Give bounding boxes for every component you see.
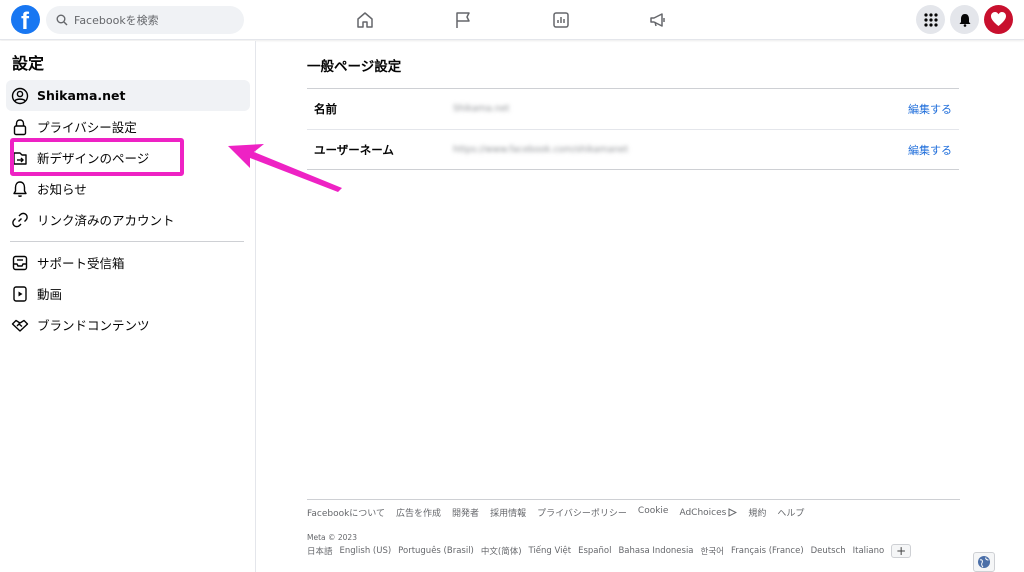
sidebar-item-branded-content[interactable]: ブランドコンテンツ	[6, 309, 250, 340]
facebook-logo-icon[interactable]: f	[11, 5, 40, 34]
sidebar-divider	[10, 241, 244, 242]
chart-icon[interactable]	[550, 9, 572, 31]
footer-links: Facebookについて 広告を作成 開発者 採用情報 プライバシーポリシー C…	[307, 506, 804, 519]
footer-divider	[307, 499, 960, 500]
language-option[interactable]: Français (France)	[731, 546, 804, 556]
svg-text:f: f	[21, 8, 30, 34]
user-circle-icon	[10, 86, 30, 106]
link-icon	[10, 210, 30, 230]
footer-link-adchoices[interactable]: AdChoices	[679, 506, 738, 519]
lock-icon	[10, 117, 30, 137]
flag-icon[interactable]	[452, 9, 474, 31]
language-option[interactable]: Tiếng Việt	[529, 546, 572, 556]
bell-icon	[10, 179, 30, 199]
footer-link-label: AdChoices	[679, 507, 727, 518]
annotation-highlight-box	[10, 138, 184, 176]
language-option[interactable]: Bahasa Indonesia	[618, 546, 693, 556]
sidebar-item-label: Shikama.net	[37, 88, 126, 103]
search-bar[interactable]	[46, 6, 244, 34]
footer-link-help[interactable]: ヘルプ	[777, 506, 804, 519]
edit-name-link[interactable]: 編集する	[908, 101, 952, 117]
language-option[interactable]: Italiano	[853, 546, 885, 556]
row-value: Shikama.net	[453, 104, 510, 114]
video-icon	[10, 284, 30, 304]
language-option[interactable]: 日本語	[307, 545, 333, 557]
edit-username-link[interactable]: 編集する	[908, 142, 952, 158]
globe-icon[interactable]	[973, 552, 995, 572]
footer-link-developers[interactable]: 開発者	[452, 506, 479, 519]
megaphone-icon[interactable]	[647, 9, 669, 31]
sidebar-item-label: 動画	[37, 287, 63, 302]
language-option[interactable]: Deutsch	[811, 546, 846, 556]
footer-link-terms[interactable]: 規約	[748, 506, 766, 519]
sidebar-item-support-inbox[interactable]: サポート受信箱	[6, 247, 250, 278]
sidebar-item-video[interactable]: 動画	[6, 278, 250, 309]
grid-menu-icon[interactable]	[916, 5, 945, 34]
profile-avatar[interactable]	[984, 5, 1013, 34]
sidebar-item-page-name[interactable]: Shikama.net	[6, 80, 250, 111]
footer-link-privacy-policy[interactable]: プライバシーポリシー	[537, 506, 627, 519]
sidebar-item-notifications[interactable]: お知らせ	[6, 173, 250, 204]
language-option[interactable]: 한국어	[701, 545, 724, 557]
search-input[interactable]	[74, 13, 234, 27]
page-title: 一般ページ設定	[307, 59, 402, 75]
row-key: 名前	[314, 102, 337, 116]
copyright-text: Meta © 2023	[307, 533, 357, 542]
language-option[interactable]: 中文(简体)	[481, 545, 522, 557]
sidebar-item-label: ブランドコンテンツ	[37, 318, 150, 333]
settings-row-username: ユーザーネーム https://www.facebook.com/shikama…	[307, 129, 959, 169]
bell-icon[interactable]	[950, 5, 979, 34]
footer-link-create-ad[interactable]: 広告を作成	[396, 506, 441, 519]
language-option[interactable]: Português (Brasil)	[398, 546, 474, 556]
sidebar-title: 設定	[12, 54, 45, 73]
settings-row-name: 名前 Shikama.net 編集する	[307, 89, 959, 129]
settings-sidebar: 設定 Shikama.net プライバシー設定 新デザインのページ お知らせ リ…	[0, 41, 256, 572]
sidebar-item-label: プライバシー設定	[37, 120, 137, 135]
row-value: https://www.facebook.com/shikamanet	[453, 144, 629, 155]
language-option[interactable]: English (US)	[340, 546, 392, 556]
general-settings-table: 名前 Shikama.net 編集する ユーザーネーム https://www.…	[307, 88, 959, 170]
language-option[interactable]: Español	[578, 546, 611, 556]
sidebar-item-label: サポート受信箱	[37, 256, 125, 271]
search-icon	[56, 11, 68, 30]
more-languages-button[interactable]: +	[891, 544, 912, 558]
footer-link-about[interactable]: Facebookについて	[307, 506, 385, 519]
footer-link-careers[interactable]: 採用情報	[490, 506, 526, 519]
inbox-icon	[10, 253, 30, 273]
footer-link-cookie[interactable]: Cookie	[638, 506, 669, 519]
language-list: 日本語 English (US) Português (Brasil) 中文(简…	[307, 544, 912, 558]
row-key: ユーザーネーム	[314, 142, 394, 157]
sidebar-item-label: リンク済みのアカウント	[37, 213, 175, 228]
home-icon[interactable]	[354, 9, 376, 31]
sidebar-item-label: お知らせ	[37, 182, 87, 197]
sidebar-item-linked-accounts[interactable]: リンク済みのアカウント	[6, 204, 250, 235]
handshake-icon	[10, 315, 30, 335]
adchoices-icon	[728, 508, 738, 517]
top-navigation-bar: f	[0, 0, 1024, 40]
